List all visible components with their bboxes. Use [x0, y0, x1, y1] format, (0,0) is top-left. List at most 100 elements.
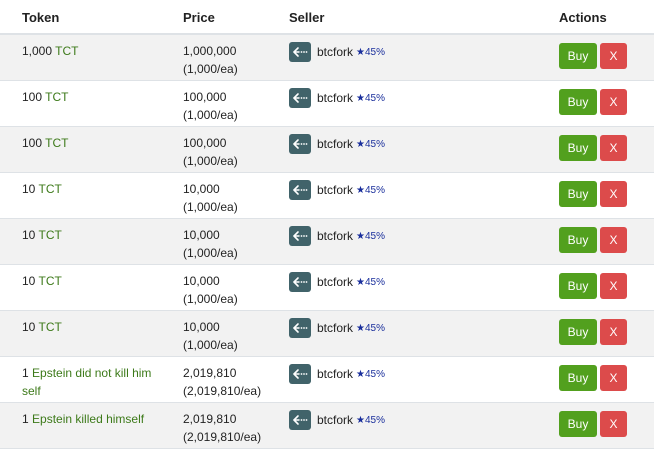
seller-name[interactable]: btcfork [317, 413, 353, 427]
token-link[interactable]: Epstein did not kill him self [22, 366, 151, 398]
token-quantity: 10 [22, 228, 36, 242]
total-price: 100,000 [183, 90, 227, 104]
seller-name[interactable]: btcfork [317, 183, 353, 197]
table-row: 10 TCT 10,000 (1,000/ea) btcfork ★45% Buy X [0, 311, 654, 357]
fork-arrow-icon[interactable] [289, 226, 311, 246]
fork-arrow-icon[interactable] [289, 134, 311, 154]
fork-arrow-icon-svg [293, 231, 308, 241]
seller-cell: btcfork ★45% [289, 272, 385, 292]
table-body: 1,000 TCT 1,000,000 (1,000/ea) btcfork ★45% B… [0, 35, 654, 449]
total-price: 10,000 [183, 274, 220, 288]
price-cell: 10,000 (1,000/ea) [183, 318, 238, 354]
unit-price: (1,000/ea) [183, 62, 238, 76]
table-row: 100 TCT 100,000 (1,000/ea) btcfork ★45% Buy X [0, 127, 654, 173]
total-price: 2,019,810 [183, 366, 237, 380]
cancel-button[interactable]: X [600, 227, 627, 253]
total-price: 10,000 [183, 320, 220, 334]
token-quantity: 10 [22, 182, 36, 196]
cancel-button[interactable]: X [600, 273, 627, 299]
seller-name[interactable]: btcfork [317, 367, 353, 381]
price-cell: 10,000 (1,000/ea) [183, 180, 238, 216]
cancel-button[interactable]: X [600, 181, 627, 207]
buy-button[interactable]: Buy [559, 319, 597, 345]
seller-cell: btcfork ★45% [289, 318, 385, 338]
total-price: 100,000 [183, 136, 227, 150]
token-quantity: 100 [22, 90, 43, 104]
seller-rating: ★45% [356, 230, 385, 242]
token-link[interactable]: Epstein killed himself [32, 412, 144, 426]
token-link[interactable]: TCT [38, 228, 61, 242]
token-cell: 1,000 TCT [22, 42, 172, 60]
buy-button[interactable]: Buy [559, 411, 597, 437]
buy-button[interactable]: Buy [559, 227, 597, 253]
fork-arrow-icon[interactable] [289, 410, 311, 430]
total-price: 1,000,000 [183, 44, 237, 58]
buy-button[interactable]: Buy [559, 273, 597, 299]
token-quantity: 100 [22, 136, 43, 150]
price-cell: 1,000,000 (1,000/ea) [183, 42, 238, 78]
seller-rating: ★45% [356, 276, 385, 288]
token-link[interactable]: TCT [38, 320, 61, 334]
cancel-button[interactable]: X [600, 411, 627, 437]
token-link[interactable]: TCT [38, 182, 61, 196]
total-price: 2,019,810 [183, 412, 237, 426]
table-row: 1 Epstein did not kill him self 2,019,810… [0, 357, 654, 403]
token-quantity: 10 [22, 274, 36, 288]
seller-name[interactable]: btcfork [317, 45, 353, 59]
seller-name[interactable]: btcfork [317, 137, 353, 151]
unit-price: (1,000/ea) [183, 108, 238, 122]
token-cell: 10 TCT [22, 180, 172, 198]
fork-arrow-icon[interactable] [289, 364, 311, 384]
cancel-button[interactable]: X [600, 365, 627, 391]
fork-arrow-icon-svg [293, 139, 308, 149]
buy-button[interactable]: Buy [559, 135, 597, 161]
fork-arrow-icon[interactable] [289, 272, 311, 292]
fork-arrow-icon-svg [293, 277, 308, 287]
fork-arrow-icon-svg [293, 369, 308, 379]
price-cell: 10,000 (1,000/ea) [183, 272, 238, 308]
header-price: Price [183, 10, 215, 25]
price-cell: 10,000 (1,000/ea) [183, 226, 238, 262]
seller-name[interactable]: btcfork [317, 275, 353, 289]
seller-name[interactable]: btcfork [317, 321, 353, 335]
buy-button[interactable]: Buy [559, 181, 597, 207]
seller-name[interactable]: btcfork [317, 91, 353, 105]
cancel-button[interactable]: X [600, 319, 627, 345]
token-link[interactable]: TCT [45, 136, 68, 150]
seller-name[interactable]: btcfork [317, 229, 353, 243]
fork-arrow-icon[interactable] [289, 42, 311, 62]
seller-cell: btcfork ★45% [289, 410, 385, 430]
unit-price: (2,019,810/ea) [183, 384, 262, 398]
price-cell: 100,000 (1,000/ea) [183, 134, 238, 170]
buy-button[interactable]: Buy [559, 89, 597, 115]
fork-arrow-icon-svg [293, 323, 308, 333]
fork-arrow-icon[interactable] [289, 88, 311, 108]
seller-rating: ★45% [356, 138, 385, 150]
token-cell: 10 TCT [22, 318, 172, 336]
seller-cell: btcfork ★45% [289, 134, 385, 154]
fork-arrow-icon[interactable] [289, 180, 311, 200]
seller-cell: btcfork ★45% [289, 42, 385, 62]
buy-button[interactable]: Buy [559, 365, 597, 391]
token-link[interactable]: TCT [45, 90, 68, 104]
unit-price: (1,000/ea) [183, 246, 238, 260]
offers-table: Token Price Seller Actions 1,000 TCT 1,00… [0, 0, 654, 452]
seller-rating: ★45% [356, 46, 385, 58]
seller-rating: ★45% [356, 368, 385, 380]
cancel-button[interactable]: X [600, 43, 627, 69]
price-cell: 2,019,810 (2,019,810/ea) [183, 364, 261, 400]
table-header: Token Price Seller Actions [0, 0, 654, 35]
token-quantity: 10 [22, 320, 36, 334]
fork-arrow-icon[interactable] [289, 318, 311, 338]
fork-arrow-icon-svg [293, 185, 308, 195]
token-link[interactable]: TCT [55, 44, 78, 58]
table-row: 1,000 TCT 1,000,000 (1,000/ea) btcfork ★45% B… [0, 35, 654, 81]
cancel-button[interactable]: X [600, 89, 627, 115]
table-row: 10 TCT 10,000 (1,000/ea) btcfork ★45% Buy X [0, 173, 654, 219]
cancel-button[interactable]: X [600, 135, 627, 161]
buy-button[interactable]: Buy [559, 43, 597, 69]
token-link[interactable]: TCT [38, 274, 61, 288]
fork-arrow-icon-svg [293, 93, 308, 103]
token-cell: 1 Epstein did not kill him self [22, 364, 172, 400]
table-row: 100 TCT 100,000 (1,000/ea) btcfork ★45% Buy X [0, 81, 654, 127]
